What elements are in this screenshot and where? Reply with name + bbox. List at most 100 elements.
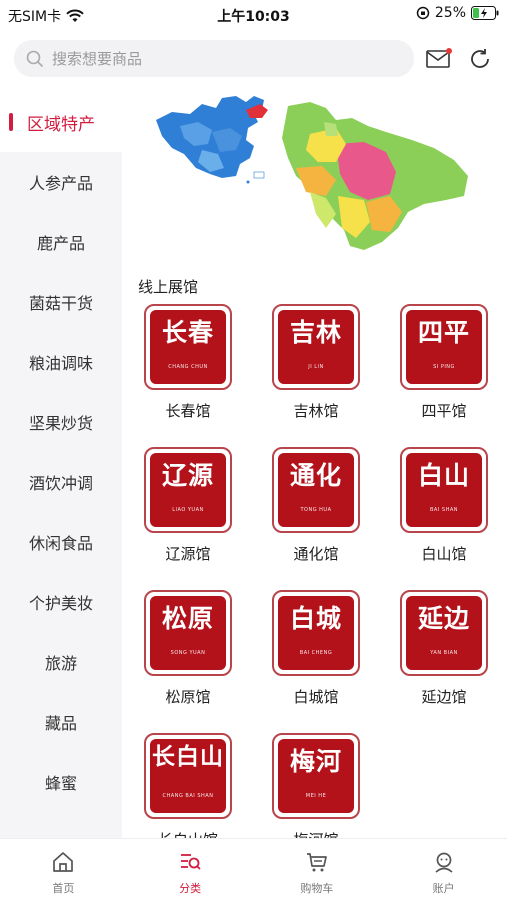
hall-logo: 长白山 CHANG BAI SHAN: [150, 739, 226, 813]
hall-logo-tile: 松原 SONG YUAN: [144, 590, 232, 676]
tab-label: 分类: [179, 882, 202, 895]
hall-baicheng[interactable]: 白城 BAI CHENG 白城馆: [266, 590, 366, 725]
tab-category[interactable]: 分类: [127, 839, 254, 900]
hall-logo: 辽源 LIAO YUAN: [150, 453, 226, 527]
sidebar-item-label: 酒饮冲调: [28, 474, 93, 493]
hall-logo: 梅河 MEI HE: [278, 739, 354, 813]
hall-logo-tile: 通化 TONG HUA: [272, 447, 360, 533]
sidebar-item-collectibles[interactable]: 藏品: [0, 692, 122, 752]
hall-logo-text: 长白山: [152, 743, 224, 770]
orientation-lock-icon: [416, 6, 430, 20]
sidebar-item-label: 个护美妆: [28, 594, 93, 613]
hall-logo-pinyin: MEI HE: [305, 793, 327, 799]
hall-logo-pinyin: TONG HUA: [300, 507, 332, 513]
hall-label: 白山馆: [421, 545, 467, 563]
hall-logo-text: 吉林: [289, 318, 342, 347]
hall-logo: 四平 SI PING: [406, 310, 482, 384]
hall-logo-tile: 辽源 LIAO YUAN: [144, 447, 232, 533]
hall-logo-pinyin: LIAO YUAN: [172, 507, 204, 513]
account-icon: [435, 852, 453, 873]
hall-changchun[interactable]: 长春 CHANG CHUN 长春馆: [138, 304, 238, 439]
sidebar-item-label: 鹿产品: [36, 234, 85, 253]
search-bar[interactable]: [14, 40, 414, 77]
sidebar-item-label: 区域特产: [27, 114, 95, 135]
hall-jilin[interactable]: 吉林 JI LIN 吉林馆: [266, 304, 366, 439]
hall-logo-tile: 梅河 MEI HE: [272, 733, 360, 819]
sidebar-item-deer[interactable]: 鹿产品: [0, 212, 122, 272]
sidebar-item-label: 蜂蜜: [44, 774, 77, 793]
sidebar-item-mushroom[interactable]: 菌菇干货: [0, 272, 122, 332]
hall-label: 长白山馆: [138, 829, 238, 838]
sidebar-item-label: 粮油调味: [28, 354, 93, 373]
tab-label: 购物车: [300, 882, 334, 895]
hall-logo-text: 四平: [417, 318, 470, 347]
hall-meihe[interactable]: 梅河 MEI HE 梅河馆: [266, 733, 366, 838]
sidebar-item-beauty[interactable]: 个护美妆: [0, 572, 122, 632]
status-bar: 无SIM卡 上午10:03 25%: [0, 0, 507, 30]
tab-account[interactable]: 账户: [380, 839, 507, 900]
hall-changbaishan[interactable]: 长白山 CHANG BAI SHAN 长白山馆: [138, 733, 238, 838]
hall-yanbian[interactable]: 延边 YAN BIAN 延边馆: [394, 590, 494, 725]
battery-charging-icon: [471, 6, 499, 20]
hall-logo-pinyin: CHANG CHUN: [168, 364, 208, 370]
tab-label: 首页: [52, 882, 75, 895]
hall-logo: 白山 BAI SHAN: [406, 453, 482, 527]
hall-songyuan[interactable]: 松原 SONG YUAN 松原馆: [138, 590, 238, 725]
hall-liaoyuan[interactable]: 辽源 LIAO YUAN 辽源馆: [138, 447, 238, 582]
bottom-tab-bar: 首页 分类 购物车 账户: [0, 838, 507, 900]
category-icon: [181, 854, 201, 870]
hall-logo-pinyin: JI LIN: [308, 364, 324, 370]
sidebar-item-drinks[interactable]: 酒饮冲调: [0, 452, 122, 512]
hall-logo-tile: 延边 YAN BIAN: [400, 590, 488, 676]
hall-label: 通化馆: [293, 545, 339, 563]
region-map-banner[interactable]: [150, 92, 480, 262]
sidebar-item-snacks[interactable]: 休闲食品: [0, 512, 122, 572]
tab-home[interactable]: 首页: [0, 839, 127, 900]
cart-icon: [306, 853, 327, 872]
hall-label: 梅河馆: [266, 829, 366, 838]
sidebar-item-grain-oil[interactable]: 粮油调味: [0, 332, 122, 392]
category-content: 线上展馆 长春 CHANG CHUN 长春馆 吉林 JI LIN 吉林馆 四平 SI …: [122, 92, 507, 838]
sidebar-item-travel[interactable]: 旅游: [0, 632, 122, 692]
hall-logo: 延边 YAN BIAN: [406, 596, 482, 670]
message-button[interactable]: [424, 44, 454, 74]
hall-logo-pinyin: YAN BIAN: [430, 650, 458, 656]
hall-logo-text: 通化: [289, 461, 342, 490]
hall-logo-pinyin: SI PING: [433, 364, 455, 370]
sidebar-item-ginseng[interactable]: 人参产品: [0, 152, 122, 212]
hall-logo-text: 延边: [417, 604, 470, 633]
hall-label: 延边馆: [421, 688, 467, 706]
refresh-button[interactable]: [465, 44, 495, 74]
sidebar-item-label: 藏品: [44, 714, 77, 733]
tab-cart[interactable]: 购物车: [254, 839, 381, 900]
status-right: 25%: [416, 5, 499, 21]
hall-baishan[interactable]: 白山 BAI SHAN 白山馆: [394, 447, 494, 582]
hall-tonghua[interactable]: 通化 TONG HUA 通化馆: [266, 447, 366, 582]
hall-label: 辽源馆: [165, 545, 211, 563]
hall-logo-tile: 吉林 JI LIN: [272, 304, 360, 390]
active-indicator: [9, 113, 13, 131]
battery-text: 25%: [434, 5, 466, 21]
sidebar-item-label: 坚果炒货: [28, 414, 93, 433]
category-sidebar: 区域特产 人参产品 鹿产品 菌菇干货 粮油调味 坚果炒货 酒饮冲调 休闲食品 个…: [0, 92, 122, 838]
hall-logo-text: 松原: [161, 604, 214, 633]
hall-logo-text: 白城: [289, 604, 342, 633]
refresh-icon: [471, 49, 489, 68]
hall-logo-tile: 白城 BAI CHENG: [272, 590, 360, 676]
sidebar-item-nuts[interactable]: 坚果炒货: [0, 392, 122, 452]
sidebar-item-label: 菌菇干货: [28, 294, 93, 313]
hall-siping[interactable]: 四平 SI PING 四平馆: [394, 304, 494, 439]
section-title: 线上展馆: [138, 278, 199, 296]
search-icon: [26, 50, 44, 67]
hall-logo-text: 辽源: [161, 461, 214, 490]
hall-logo: 吉林 JI LIN: [278, 310, 354, 384]
hall-logo-pinyin: CHANG BAI SHAN: [162, 793, 214, 799]
hall-logo-text: 梅河: [289, 747, 342, 776]
hall-logo-tile: 四平 SI PING: [400, 304, 488, 390]
region-map-image: [156, 96, 468, 250]
hall-logo: 长春 CHANG CHUN: [150, 310, 226, 384]
hall-label: 长春馆: [165, 402, 211, 420]
sidebar-item-honey[interactable]: 蜂蜜: [0, 752, 122, 812]
sidebar-item-regional-specialty[interactable]: 区域特产: [0, 92, 122, 152]
search-input[interactable]: [52, 49, 382, 68]
